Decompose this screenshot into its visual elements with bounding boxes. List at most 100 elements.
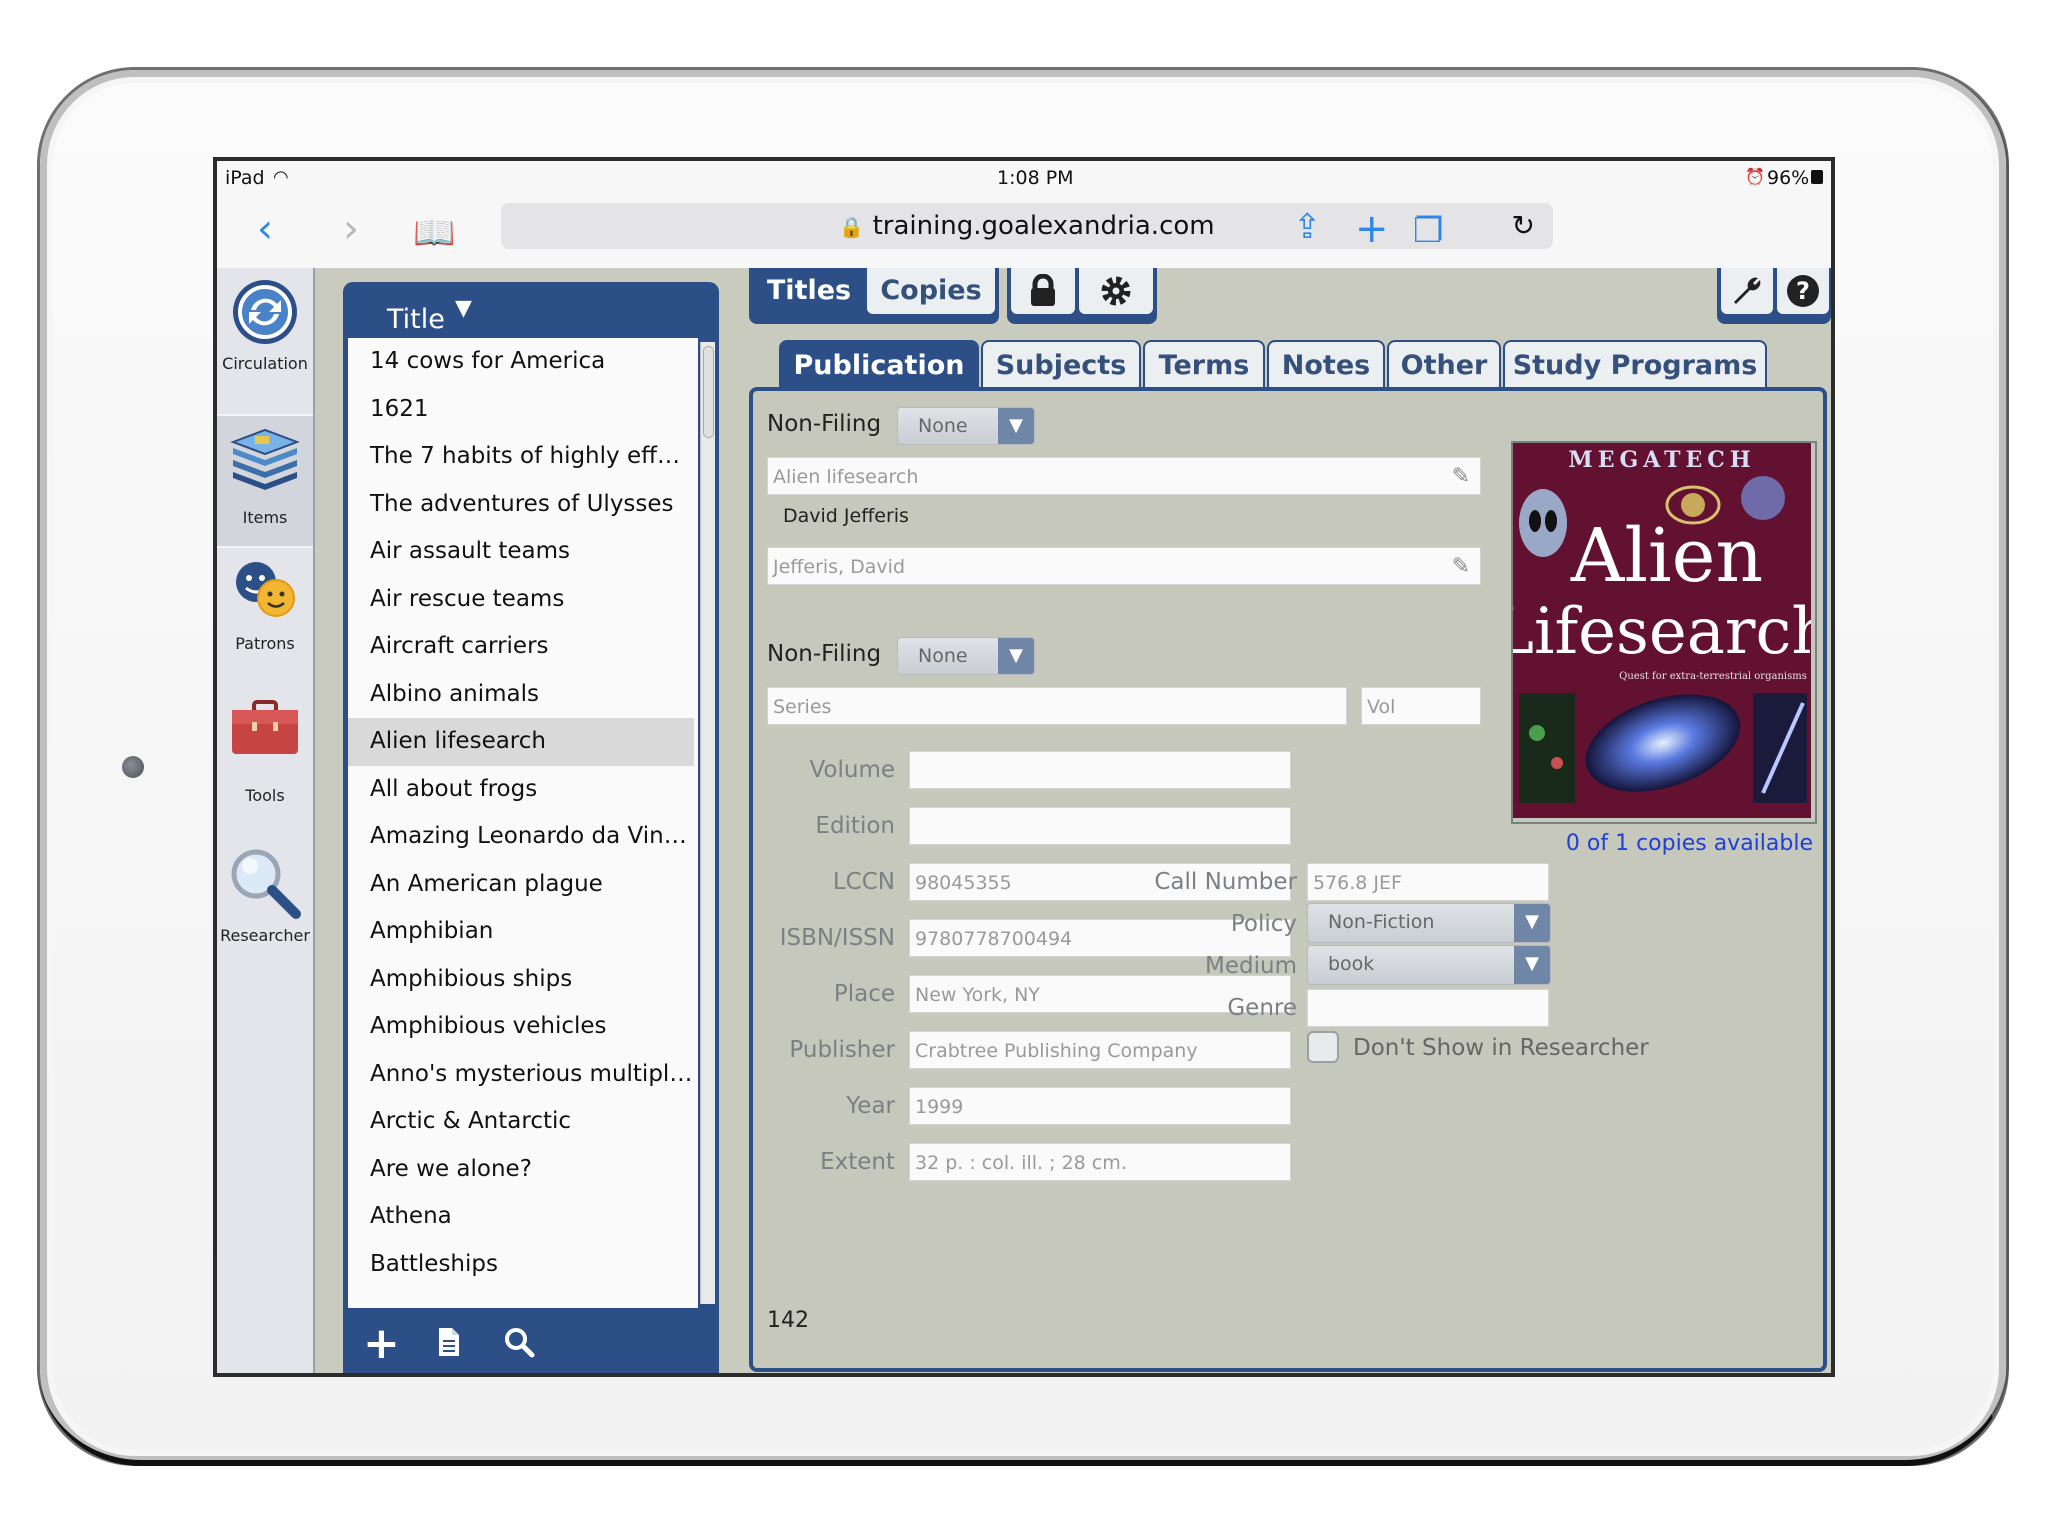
title-field[interactable]: Alien lifesearch ✎ xyxy=(767,457,1481,495)
list-item[interactable]: Athena xyxy=(348,1193,694,1241)
dont-show-checkbox[interactable] xyxy=(1307,1031,1339,1063)
nav-circulation[interactable]: Circulation xyxy=(217,276,313,396)
edition-field[interactable] xyxy=(909,807,1291,845)
policy-select[interactable]: Non-Fiction ▼ xyxy=(1307,903,1551,943)
clock: 1:08 PM xyxy=(997,167,1074,189)
chevron-down-icon: ▼ xyxy=(1514,904,1550,942)
year-field[interactable]: 1999 xyxy=(909,1087,1291,1125)
list-item[interactable]: 14 cows for America xyxy=(348,338,694,386)
list-item[interactable]: Battleships xyxy=(348,1241,694,1289)
address-bar[interactable]: 🔒 training.goalexandria.com ↻ xyxy=(501,203,1553,249)
items-icon xyxy=(230,428,300,490)
forward-icon[interactable]: › xyxy=(343,209,359,249)
list-item[interactable]: 1621 xyxy=(348,386,694,434)
isbn-label: ISBN/ISSN xyxy=(779,925,895,951)
list-item[interactable]: Aircraft carriers xyxy=(348,623,694,671)
author-display: David Jefferis xyxy=(783,505,909,527)
share-icon[interactable]: ⇪ xyxy=(1293,207,1322,247)
patrons-icon xyxy=(236,562,295,617)
chevron-down-icon: ▼ xyxy=(1514,946,1550,984)
sort-down-icon[interactable]: ▼ xyxy=(455,296,472,321)
document-icon[interactable] xyxy=(437,1326,461,1366)
tab-subjects[interactable]: Subjects xyxy=(981,340,1141,387)
list-item[interactable]: Air assault teams xyxy=(348,528,694,576)
nav-researcher[interactable]: Researcher xyxy=(217,846,313,966)
call-number-field[interactable]: 576.8 JEF xyxy=(1307,863,1549,901)
list-item[interactable]: All about frogs xyxy=(348,766,694,814)
tab-notes[interactable]: Notes xyxy=(1267,340,1385,387)
wrench-icon xyxy=(1734,277,1761,304)
nav-items[interactable]: Items xyxy=(217,414,313,548)
scroll-thumb[interactable] xyxy=(703,346,714,438)
series-non-filing-label: Non-Filing xyxy=(767,641,882,667)
list-item[interactable]: Anno's mysterious multiplyi... xyxy=(348,1051,694,1099)
tab-copies[interactable]: Copies xyxy=(867,268,995,314)
help-button[interactable]: ? xyxy=(1777,268,1829,314)
list-item[interactable]: An American plague xyxy=(348,861,694,909)
non-filing-select[interactable]: None ▼ xyxy=(897,407,1035,445)
researcher-icon xyxy=(231,849,301,919)
tab-other[interactable]: Other xyxy=(1387,340,1501,387)
volume-field[interactable] xyxy=(909,751,1291,789)
genre-field[interactable] xyxy=(1307,989,1549,1027)
place-label: Place xyxy=(833,981,895,1007)
series-non-filing-select[interactable]: None ▼ xyxy=(897,637,1035,675)
bookmarks-icon[interactable]: 📖 xyxy=(413,213,455,253)
svg-text:Quest for extra-terrestrial or: Quest for extra-terrestrial organisms xyxy=(1619,671,1807,682)
list-item[interactable]: The 7 habits of highly effec... xyxy=(348,433,694,481)
list-item[interactable]: Air rescue teams xyxy=(348,576,694,624)
series-field[interactable]: Series xyxy=(767,687,1347,725)
settings-button[interactable] xyxy=(1079,268,1153,314)
list-item[interactable]: Albino animals xyxy=(348,671,694,719)
list-item[interactable]: Amphibian xyxy=(348,908,694,956)
list-item[interactable]: Alien lifesearch xyxy=(348,718,694,766)
alarm-icon: ⏰ xyxy=(1745,167,1765,186)
record-actions xyxy=(1007,268,1157,324)
list-toolbar: + xyxy=(343,1312,719,1373)
publisher-field[interactable]: Crabtree Publishing Company xyxy=(909,1031,1291,1069)
battery-icon xyxy=(1811,170,1823,184)
wifi-icon: ◠ xyxy=(273,167,289,188)
edit-pencil-icon[interactable]: ✎ xyxy=(1452,548,1470,584)
book-cover: MEGATECH Alien Lifesearch Quest for extr… xyxy=(1491,443,1831,818)
list-header[interactable]: Title ▼ xyxy=(343,282,719,338)
nav-patrons[interactable]: Patrons xyxy=(217,558,313,678)
tab-titles[interactable]: Titles xyxy=(753,268,865,314)
list-item[interactable]: Arctic & Antarctic xyxy=(348,1098,694,1146)
edition-label: Edition xyxy=(815,813,895,839)
list-item[interactable]: Amphibious ships xyxy=(348,956,694,1004)
tools-icon xyxy=(232,700,298,754)
back-icon[interactable]: ‹ xyxy=(257,209,273,249)
add-icon[interactable]: + xyxy=(363,1318,400,1369)
tab-study-programs[interactable]: Study Programs xyxy=(1503,340,1767,387)
author-field[interactable]: Jefferis, David ✎ xyxy=(767,547,1481,585)
reload-icon[interactable]: ↻ xyxy=(1512,203,1535,249)
volume-label: Volume xyxy=(809,757,895,783)
new-tab-icon[interactable]: + xyxy=(1355,209,1389,249)
nav-tools[interactable]: Tools xyxy=(217,700,313,820)
sort-column-label: Title xyxy=(387,304,445,335)
browser-toolbar: ‹ › 📖 🔒 training.goalexandria.com ↻ ⇪ + … xyxy=(217,195,1831,269)
home-button[interactable] xyxy=(122,756,144,778)
vol-field[interactable]: Vol xyxy=(1361,687,1481,725)
extent-field[interactable]: 32 p. : col. ill. ; 28 cm. xyxy=(909,1143,1291,1181)
tab-publication[interactable]: Publication xyxy=(779,340,979,387)
record-tabs: Titles Copies xyxy=(749,268,999,324)
help-icon: ? xyxy=(1787,275,1819,307)
chevron-down-icon: ▼ xyxy=(998,408,1034,444)
edit-pencil-icon[interactable]: ✎ xyxy=(1452,458,1470,494)
medium-select[interactable]: book ▼ xyxy=(1307,945,1551,985)
chevron-down-icon: ▼ xyxy=(998,638,1034,674)
wrench-button[interactable] xyxy=(1721,268,1773,314)
lccn-label: LCCN xyxy=(832,869,895,895)
list-scrollbar[interactable] xyxy=(700,342,715,1304)
list-item[interactable]: Amphibious vehicles xyxy=(348,1003,694,1051)
lock-button[interactable] xyxy=(1011,268,1075,314)
search-icon[interactable] xyxy=(503,1326,535,1367)
list-item[interactable]: The adventures of Ulysses xyxy=(348,481,694,529)
tab-terms[interactable]: Terms xyxy=(1143,340,1265,387)
list-item[interactable]: Are we alone? xyxy=(348,1146,694,1194)
tabs-icon[interactable]: ❐ xyxy=(1413,211,1443,251)
list-item[interactable]: Amazing Leonardo da Vinci ... xyxy=(348,813,694,861)
title-list-panel: Title ▼ 14 cows for America 1621 The 7 hab… xyxy=(343,282,719,1373)
